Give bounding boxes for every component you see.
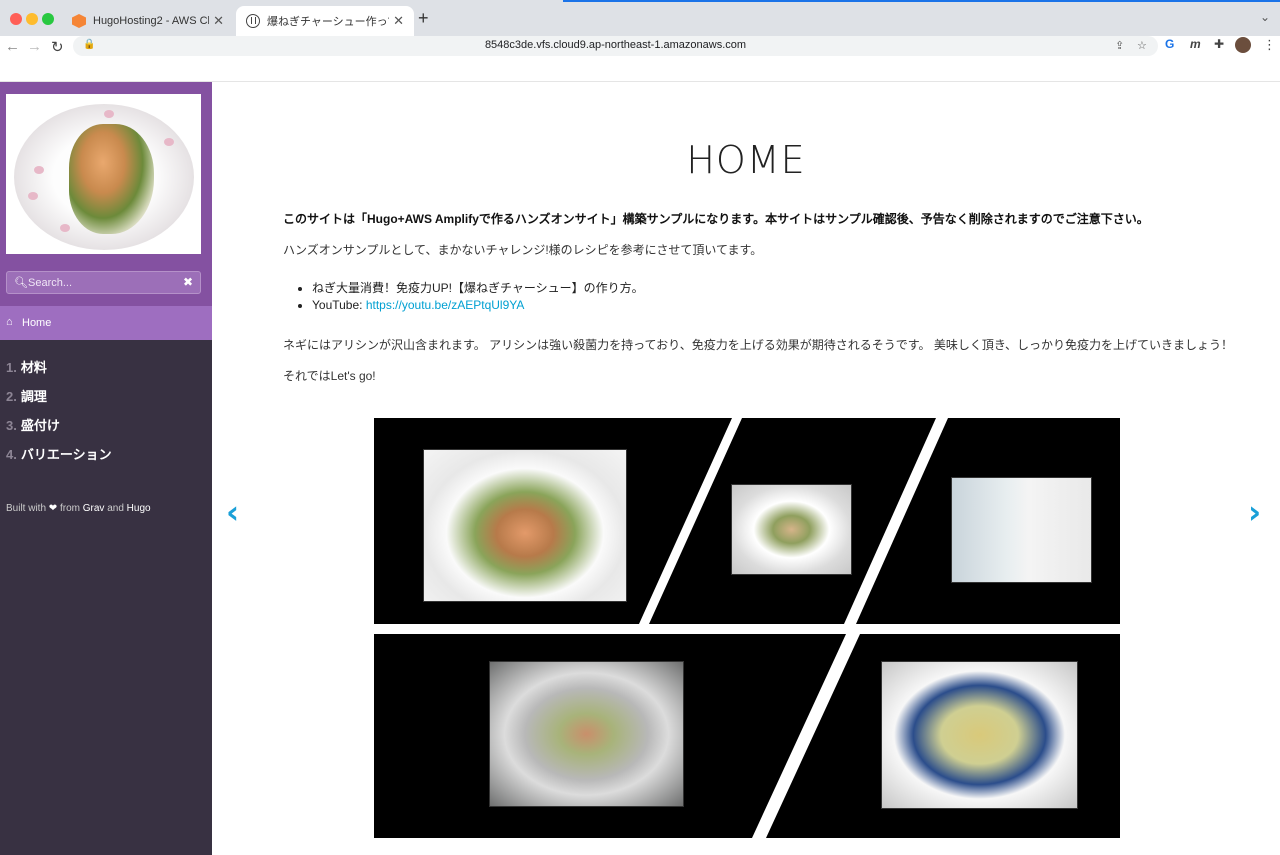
sidebar-item-label: 盛付け — [20, 418, 60, 433]
slider-next-arrow-icon[interactable]: › — [1248, 493, 1261, 531]
aws-favicon-icon — [72, 14, 86, 28]
loading-indicator — [563, 0, 1280, 2]
sidebar-item-variations[interactable]: 4. バリエーション — [6, 444, 112, 473]
m-extension-icon[interactable]: m — [1190, 37, 1201, 51]
tab-recipe-site[interactable]: 爆ねぎチャーシュー作ってみよう :: ✕ — [236, 6, 414, 36]
site-logo-photo[interactable] — [6, 94, 201, 254]
grav-link[interactable]: Grav — [83, 503, 105, 514]
slide-photo-small-plate[interactable] — [731, 484, 852, 575]
profile-avatar[interactable] — [1235, 37, 1251, 53]
tab-title: 爆ねぎチャーシュー作ってみよう :: — [267, 16, 389, 28]
slider-prev-arrow-icon[interactable]: ‹ — [226, 493, 239, 531]
extensions-puzzle-icon[interactable]: ✚ — [1214, 37, 1224, 51]
tab-close-icon[interactable]: ✕ — [213, 13, 224, 29]
tab-close-icon[interactable]: ✕ — [393, 13, 404, 29]
window-close-button[interactable] — [10, 13, 22, 25]
browser-toolbar: ← → ↻ 🔒 8548c3de.vfs.cloud9.ap-northeast… — [0, 36, 1280, 82]
slide-photo-rice-bowl[interactable] — [423, 449, 627, 602]
photo-slider[interactable] — [374, 418, 1120, 838]
grav-favicon-icon — [246, 14, 260, 28]
search-box[interactable]: 🔍︎ ✖ — [6, 271, 201, 294]
sidebar-item-label: 材料 — [20, 360, 47, 375]
browser-menu-icon[interactable]: ⋮ — [1263, 37, 1276, 53]
sidebar-footer: Built with ❤ from Grav and Hugo — [6, 503, 151, 514]
sidebar-item-ingredients[interactable]: 1. 材料 — [6, 357, 112, 386]
slide-photo-soup-bowl[interactable] — [881, 661, 1078, 809]
sidebar-item-label: 調理 — [20, 389, 47, 404]
list-item: YouTube: https://youtu.be/zAEPtqUl9YA — [312, 298, 644, 317]
clear-search-icon[interactable]: ✖ — [183, 275, 193, 289]
home-icon: ⌂ — [6, 316, 13, 328]
url-text[interactable]: 8548c3de.vfs.cloud9.ap-northeast-1.amazo… — [73, 39, 1158, 51]
tab-cloud9[interactable]: HugoHosting2 - AWS Cloud9 ✕ — [62, 6, 234, 36]
sidebar-item-label: Home — [22, 317, 52, 329]
reload-icon[interactable]: ↻ — [51, 38, 64, 56]
hugo-link[interactable]: Hugo — [127, 503, 151, 514]
back-arrow-icon[interactable]: ← — [5, 38, 20, 55]
list-item: ねぎ大量消費！免疫力UP!【爆ねぎチャーシュー】の作り方。 — [312, 279, 644, 298]
sidebar-item-plating[interactable]: 3. 盛付け — [6, 415, 112, 444]
tab-search-button[interactable]: ⌄ — [1260, 10, 1270, 24]
browser-tab-bar: HugoHosting2 - AWS Cloud9 ✕ 爆ねぎチャーシュー作って… — [0, 0, 1280, 36]
slider-row-bottom — [374, 634, 1120, 838]
sidebar-menu: 1. 材料 2. 調理 3. 盛付け 4. バリエーション — [6, 357, 112, 473]
search-input[interactable] — [28, 275, 178, 290]
plate-image — [14, 104, 194, 250]
share-icon[interactable]: ⇪ — [1115, 39, 1124, 52]
tab-title: HugoHosting2 - AWS Cloud9 — [93, 15, 209, 27]
new-tab-button[interactable]: + — [418, 8, 429, 29]
allicin-paragraph: ネギにはアリシンが沢山含まれます。 アリシンは強い殺菌力を持っており、免疫力を上… — [283, 338, 1233, 352]
page-title: HOME — [686, 138, 806, 182]
forward-arrow-icon[interactable]: → — [27, 38, 42, 55]
address-bar[interactable]: 🔒 8548c3de.vfs.cloud9.ap-northeast-1.ama… — [73, 36, 1158, 56]
sidebar-item-home[interactable]: ⌂ Home — [0, 306, 212, 340]
window-zoom-button[interactable] — [42, 13, 54, 25]
intro-notice: このサイトは「Hugo+AWS Amplifyで作るハンズオンサイト」構築サンプ… — [283, 212, 1149, 226]
search-icon: 🔍︎ — [14, 277, 28, 289]
sidebar-item-cooking[interactable]: 2. 調理 — [6, 386, 112, 415]
slide-photo-mixing-bowl[interactable] — [489, 661, 684, 807]
reference-list: ねぎ大量消費！免疫力UP!【爆ねぎチャーシュー】の作り方。 YouTube: h… — [312, 279, 644, 317]
bookmark-star-icon[interactable]: ☆ — [1137, 39, 1147, 52]
sidebar-header: 🔍︎ ✖ — [0, 82, 212, 306]
main-content: HOME このサイトは「Hugo+AWS Amplifyで作るハンズオンサイト」… — [212, 82, 1280, 855]
translate-extension-icon[interactable]: G — [1165, 37, 1174, 51]
sidebar: 🔍︎ ✖ ⌂ Home 1.材料 2.調理 3.盛付け 4.バリエーション Bu… — [0, 82, 212, 855]
food-image — [69, 124, 154, 234]
youtube-link[interactable]: https://youtu.be/zAEPtqUl9YA — [366, 298, 525, 312]
lets-go-paragraph: それではLet's go! — [283, 369, 376, 383]
slide-photo-table-setting[interactable] — [951, 477, 1092, 583]
slider-row-top — [374, 418, 1120, 624]
window-minimize-button[interactable] — [26, 13, 38, 25]
intro-text: ハンズオンサンプルとして、まかないチャレンジ!様のレシピを参考にさせて頂いてます… — [283, 243, 763, 257]
sidebar-item-label: バリエーション — [20, 447, 112, 462]
heart-icon: ❤ — [48, 503, 58, 514]
